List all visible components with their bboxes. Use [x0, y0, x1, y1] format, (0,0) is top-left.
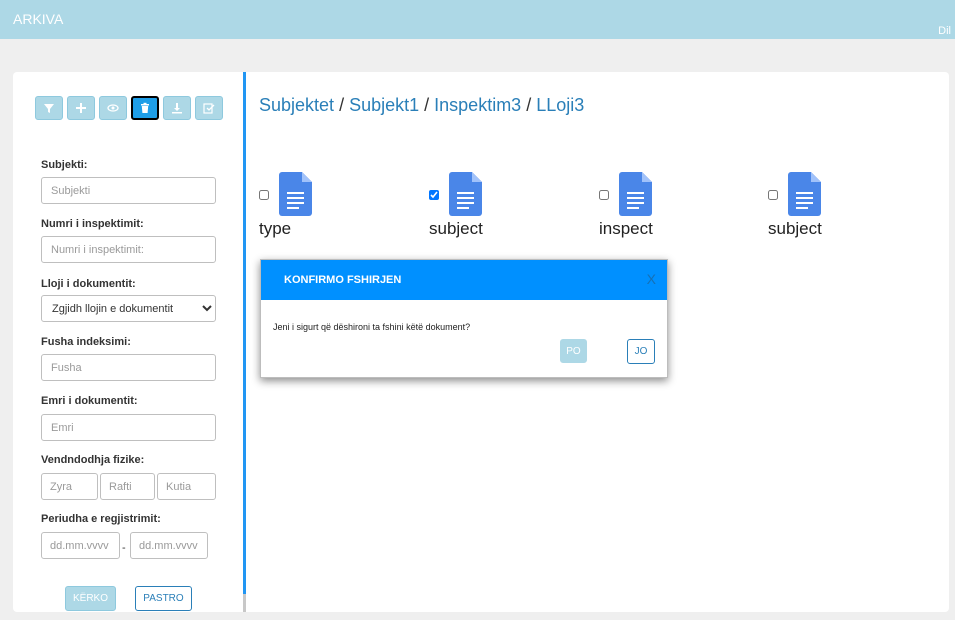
dialog-message: Jeni i sigurt që dëshironi ta fshini kët…	[273, 322, 471, 332]
filter-button[interactable]	[35, 96, 63, 120]
document-item[interactable]: type	[259, 172, 369, 242]
document-name[interactable]: type	[259, 219, 291, 239]
document-icon	[279, 172, 312, 216]
add-icon	[76, 103, 86, 113]
breadcrumb: Subjektet / Subjekt1 / Inspektim3 / LLoj…	[259, 95, 584, 116]
panel-divider[interactable]	[243, 72, 246, 612]
breadcrumb-item-subjects[interactable]: Subjektet	[259, 95, 334, 116]
main-card: Subjekti: Numri i inspektimit: Lloji i d…	[13, 72, 949, 612]
document-icon	[788, 172, 821, 216]
scrollbar-thumb[interactable]	[243, 594, 246, 612]
shelf-input[interactable]	[100, 473, 155, 500]
document-checkbox[interactable]	[599, 190, 609, 200]
document-checkbox[interactable]	[768, 190, 778, 200]
document-name[interactable]: subject	[768, 219, 822, 239]
breadcrumb-separator: /	[526, 95, 532, 115]
document-icon	[449, 172, 482, 216]
document-name[interactable]: inspect	[599, 219, 653, 239]
breadcrumb-item-subject[interactable]: Subjekt1	[349, 95, 419, 116]
document-name-input[interactable]	[41, 414, 216, 441]
document-checkbox[interactable]	[259, 190, 269, 200]
document-type-label: Lloji i dokumentit:	[41, 278, 136, 290]
index-field-label: Fusha indeksimi:	[41, 336, 131, 348]
physical-location-label: Vendndodhja fizike:	[41, 454, 145, 466]
search-button[interactable]: KËRKO	[65, 586, 116, 611]
document-item[interactable]: inspect	[599, 172, 709, 242]
office-input[interactable]	[41, 473, 98, 500]
inspection-number-input[interactable]	[41, 236, 216, 263]
document-item[interactable]: subject	[429, 172, 539, 242]
close-icon[interactable]: X	[647, 271, 656, 287]
confirm-yes-button[interactable]: PO	[560, 339, 587, 363]
breadcrumb-separator: /	[339, 95, 345, 115]
confirm-no-button[interactable]: JO	[627, 339, 655, 364]
top-bar: ARKIVA Dil	[0, 0, 955, 39]
delete-button[interactable]	[131, 96, 159, 120]
breadcrumb-item-inspection[interactable]: Inspektim3	[434, 95, 521, 116]
document-type-select[interactable]: Zgjidh llojin e dokumentit	[41, 295, 216, 322]
document-item[interactable]: subject	[768, 172, 878, 242]
breadcrumb-separator: /	[424, 95, 430, 115]
clear-button[interactable]: PASTRO	[135, 586, 192, 611]
date-separator: -	[122, 542, 126, 554]
registration-period-label: Periudha e regjistrimit:	[41, 513, 161, 525]
subject-label: Subjekti:	[41, 159, 88, 171]
confirm-delete-dialog: KONFIRMO FSHIRJEN X Jeni i sigurt që dës…	[260, 259, 668, 378]
document-name[interactable]: subject	[429, 219, 483, 239]
dialog-header: KONFIRMO FSHIRJEN X	[261, 260, 667, 300]
dialog-title: KONFIRMO FSHIRJEN	[284, 274, 402, 286]
document-checkbox[interactable]	[429, 190, 439, 200]
edit-button[interactable]	[195, 96, 223, 120]
view-icon	[107, 104, 119, 112]
box-input[interactable]	[157, 473, 216, 500]
document-icon	[619, 172, 652, 216]
edit-icon	[203, 103, 215, 114]
date-to-input[interactable]	[130, 532, 208, 559]
breadcrumb-item-type[interactable]: LLoji3	[536, 95, 584, 116]
delete-icon	[141, 102, 149, 113]
download-button[interactable]	[163, 96, 191, 120]
add-button[interactable]	[67, 96, 95, 120]
date-from-input[interactable]	[41, 532, 120, 559]
download-icon	[172, 103, 182, 114]
document-name-label: Emri i dokumentit:	[41, 395, 138, 407]
index-field-input[interactable]	[41, 354, 216, 381]
app-title[interactable]: ARKIVA	[13, 11, 63, 27]
search-sidebar: Subjekti: Numri i inspektimit: Lloji i d…	[13, 72, 243, 612]
filter-icon	[44, 104, 54, 113]
view-button[interactable]	[99, 96, 127, 120]
logout-link[interactable]: Dil	[938, 25, 951, 37]
inspection-number-label: Numri i inspektimit:	[41, 218, 144, 230]
subject-input[interactable]	[41, 177, 216, 204]
toolbar	[35, 96, 223, 120]
